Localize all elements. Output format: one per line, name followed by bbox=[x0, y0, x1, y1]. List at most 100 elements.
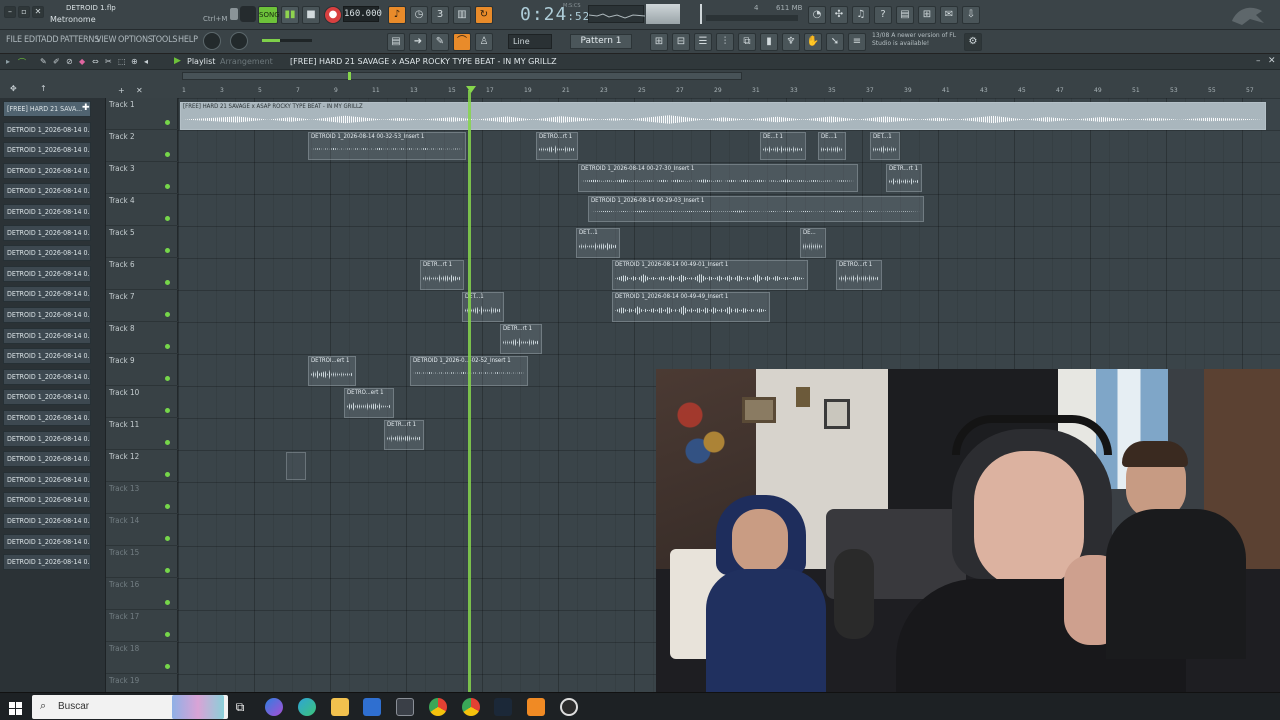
menu-file[interactable]: FILE bbox=[6, 35, 22, 45]
help-icon[interactable]: ? bbox=[874, 6, 892, 24]
minimize-icon[interactable]: – bbox=[4, 6, 16, 18]
chrome-profile-icon[interactable] bbox=[462, 698, 480, 716]
brush-tool-icon[interactable]: ✐ bbox=[53, 57, 60, 66]
obs-icon[interactable] bbox=[560, 698, 578, 716]
stamp-icon[interactable]: ♙ bbox=[475, 33, 493, 51]
track-header[interactable]: Track 1 bbox=[106, 98, 178, 130]
slice-tool-icon[interactable]: ✂ bbox=[105, 57, 112, 66]
audio-clip[interactable]: DETR...rt 1 bbox=[384, 420, 424, 450]
audio-clip[interactable]: DETR...rt 1 bbox=[420, 260, 464, 290]
play-icon[interactable]: ▮▮ bbox=[281, 6, 299, 24]
download-icon[interactable]: ⇩ bbox=[962, 6, 980, 24]
menu-options[interactable]: OPTIONS bbox=[118, 35, 153, 45]
channel-rack-icon[interactable]: ⊟ bbox=[672, 33, 690, 51]
tempo-display[interactable]: 160.000 bbox=[343, 6, 382, 22]
pattern-item[interactable]: DETROID 1_2026-08-14 0... bbox=[3, 471, 91, 488]
stop-icon[interactable]: ■ bbox=[302, 6, 320, 24]
playback-tool-icon[interactable]: ◂ bbox=[144, 57, 148, 66]
mute-tool-icon[interactable]: ◆ bbox=[79, 57, 85, 66]
slip-tool-icon[interactable]: ⇔ bbox=[92, 57, 99, 66]
audio-clip[interactable]: DETROID 1_2026-08-14 00-29-03_Insert 1 bbox=[588, 196, 924, 222]
audio-clip[interactable]: DETRO...ert 1 bbox=[344, 388, 394, 418]
track-header[interactable]: Track 4 bbox=[106, 194, 178, 226]
pattern-item[interactable]: DETROID 1_2026-08-14 0... bbox=[3, 348, 91, 365]
playlist-play-icon[interactable]: ▶ bbox=[174, 56, 181, 66]
windows-start-icon[interactable] bbox=[9, 700, 22, 715]
magnet-icon[interactable]: ⌒ bbox=[453, 33, 471, 51]
playlist-minimize-icon[interactable]: – bbox=[1256, 56, 1261, 66]
chrome-icon[interactable] bbox=[429, 698, 447, 716]
horizontal-scrollbar[interactable] bbox=[182, 72, 742, 80]
wait-for-input-icon[interactable]: ◷ bbox=[410, 6, 428, 24]
pattern-item[interactable]: DETROID 1_2026-08-14 0... bbox=[3, 142, 91, 159]
pattern-selector[interactable]: Pattern 1 bbox=[570, 34, 632, 49]
news-settings-icon[interactable]: ⚙ bbox=[964, 33, 982, 51]
track-header[interactable]: Track 14 bbox=[106, 514, 178, 546]
plugin-db-icon[interactable]: ▮ bbox=[760, 33, 778, 51]
empty-clip[interactable] bbox=[286, 452, 306, 480]
track-header[interactable]: Track 12 bbox=[106, 450, 178, 482]
snap-select[interactable]: Line bbox=[508, 34, 552, 49]
record-icon[interactable]: ● bbox=[324, 6, 342, 24]
track-header[interactable]: Track 8 bbox=[106, 322, 178, 354]
track-header[interactable]: Track 15 bbox=[106, 546, 178, 578]
audio-clip[interactable]: DETRO...rt 1 bbox=[536, 132, 578, 160]
track-header[interactable]: Track 5 bbox=[106, 226, 178, 258]
chat-icon[interactable]: ✉ bbox=[940, 6, 958, 24]
restore-icon[interactable]: ▫ bbox=[18, 6, 30, 18]
audio-clip[interactable]: DE...t 1 bbox=[760, 132, 806, 160]
track-mute-led[interactable] bbox=[165, 600, 170, 605]
add-track-icon[interactable]: + bbox=[118, 86, 125, 95]
steam-icon[interactable] bbox=[494, 698, 512, 716]
arrow-right-icon[interactable]: ➜ bbox=[409, 33, 427, 51]
audio-clip[interactable]: DETROID 1_2026-08-14 00-49-49_Insert 1 bbox=[612, 292, 770, 322]
task-view-icon[interactable]: ⧉ bbox=[231, 698, 249, 716]
pattern-item[interactable]: [FREE] HARD 21 SAVA... bbox=[3, 101, 91, 117]
menu-add[interactable]: ADD bbox=[41, 35, 59, 45]
edison-icon[interactable]: ♆ bbox=[782, 33, 800, 51]
outlook-icon[interactable] bbox=[363, 698, 381, 716]
loop-record-icon[interactable]: ↻ bbox=[475, 6, 493, 24]
track-header[interactable]: Track 11 bbox=[106, 418, 178, 450]
track-header[interactable]: Track 2 bbox=[106, 130, 178, 162]
close-icon[interactable]: ✕ bbox=[32, 6, 44, 18]
pattern-item[interactable]: DETROID 1_2026-08-14 0... bbox=[3, 513, 91, 529]
track-mute-led[interactable] bbox=[165, 280, 170, 285]
track-header[interactable]: Track 16 bbox=[106, 578, 178, 610]
playlist-menu-icon[interactable]: ▸ bbox=[6, 57, 10, 66]
delete-tool-icon[interactable]: ⊘ bbox=[66, 57, 73, 66]
track-mute-led[interactable] bbox=[165, 536, 170, 541]
track-mute-led[interactable] bbox=[165, 120, 170, 125]
menu-patterns[interactable]: PATTERNS bbox=[60, 35, 99, 45]
pencil-tool-icon[interactable]: ✎ bbox=[40, 57, 47, 66]
pattern-item[interactable]: DETROID 1_2026-08-14 0... bbox=[3, 265, 91, 282]
pattern-item[interactable]: DETROID 1_2026-08-14 0... bbox=[3, 554, 91, 571]
pattern-item[interactable]: DETROID 1_2026-08-14 0... bbox=[3, 307, 91, 323]
menu-tools[interactable]: TOOLS bbox=[151, 35, 178, 45]
track-header[interactable]: Track 9 bbox=[106, 354, 178, 386]
copilot-icon[interactable] bbox=[265, 698, 283, 716]
panel-toggle[interactable] bbox=[240, 6, 256, 22]
touch-keyboard-icon[interactable]: ✋ bbox=[804, 33, 822, 51]
track-mute-led[interactable] bbox=[165, 408, 170, 413]
pin-icon[interactable]: ➘ bbox=[826, 33, 844, 51]
mixer-icon[interactable]: ✣ bbox=[830, 6, 848, 24]
tempo-tapper-icon[interactable]: ◔ bbox=[808, 6, 826, 24]
track-mute-led[interactable] bbox=[165, 664, 170, 669]
pattern-item[interactable]: DETROID 1_2026-08-14 0... bbox=[3, 121, 91, 138]
store-icon[interactable] bbox=[396, 698, 414, 716]
pattern-add-icon[interactable]: ✚ bbox=[82, 103, 90, 113]
mixer-view-icon[interactable]: ⫶ bbox=[716, 33, 734, 51]
pattern-item[interactable]: DETROID 1_2026-08-14 0... bbox=[3, 492, 91, 509]
audio-clip[interactable]: [FREE] HARD 21 SAVAGE x ASAP ROCKY TYPE … bbox=[180, 102, 1266, 130]
pattern-item[interactable]: DETROID 1_2026-08-14 0... bbox=[3, 389, 91, 406]
pattern-item[interactable]: DETROID 1_2026-08-14 0... bbox=[3, 327, 91, 344]
file-explorer-icon[interactable] bbox=[331, 698, 349, 716]
main-volume-knob[interactable] bbox=[203, 32, 221, 50]
pattern-item[interactable]: DETROID 1_2026-08-14 0... bbox=[3, 410, 91, 426]
zoom-tool-icon[interactable]: ⊕ bbox=[131, 57, 138, 66]
audio-clip[interactable]: DETRO...rt 1 bbox=[836, 260, 882, 290]
pattern-item[interactable]: DETROID 1_2026-08-14 0... bbox=[3, 533, 91, 550]
track-mute-led[interactable] bbox=[165, 184, 170, 189]
save-icon[interactable]: ▤ bbox=[896, 6, 914, 24]
